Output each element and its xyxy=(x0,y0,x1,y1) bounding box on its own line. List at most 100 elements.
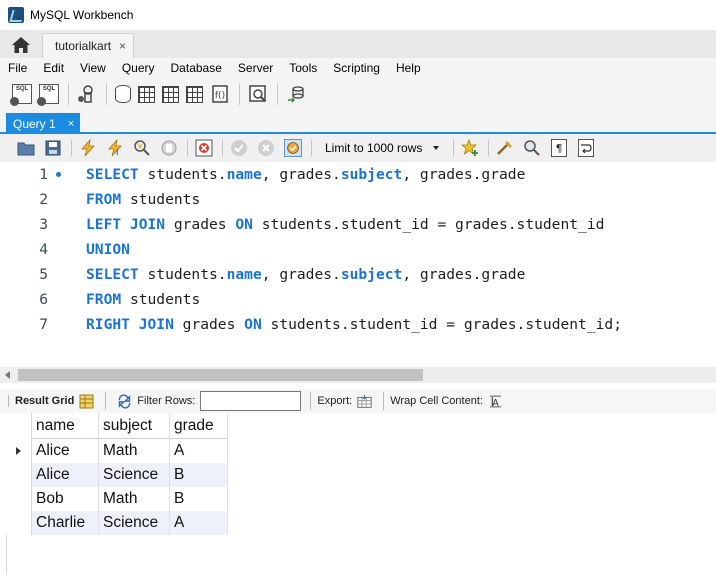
create-procedure-icon[interactable] xyxy=(186,85,203,103)
create-schema-icon[interactable] xyxy=(115,85,131,103)
menu-help[interactable]: Help xyxy=(396,61,421,75)
table-row[interactable]: Bob Math B xyxy=(6,487,230,511)
toolbar-divider xyxy=(71,139,72,157)
result-grid-tab[interactable]: Result Grid xyxy=(8,395,74,407)
row-selector[interactable] xyxy=(6,439,32,463)
wrap-icon[interactable] xyxy=(577,139,595,157)
commit-icon[interactable] xyxy=(230,139,248,157)
table-cell[interactable]: Math xyxy=(99,487,170,511)
menu-database[interactable]: Database xyxy=(171,61,222,75)
invisible-chars-icon[interactable]: ¶ xyxy=(550,139,568,157)
table-row[interactable]: Charlie Science A xyxy=(6,511,230,535)
sql-text: students xyxy=(121,191,201,208)
table-cell[interactable]: B xyxy=(170,463,228,487)
autocommit-icon[interactable] xyxy=(284,139,302,157)
create-table-icon[interactable] xyxy=(138,85,155,103)
column-header-name[interactable]: name xyxy=(32,413,99,439)
connection-tab[interactable]: tutorialkart × xyxy=(42,33,134,58)
open-file-icon[interactable] xyxy=(17,139,35,157)
horizontal-scrollbar[interactable] xyxy=(0,367,716,383)
sql-editor[interactable]: 1 SELECT students. name, grades. subject, g… xyxy=(0,162,716,367)
svg-text:¶: ¶ xyxy=(556,142,563,155)
menu-tools[interactable]: Tools xyxy=(289,61,317,75)
column-header-grade[interactable]: grade xyxy=(170,413,228,439)
explain-icon[interactable] xyxy=(133,139,151,157)
menu-query[interactable]: Query xyxy=(122,61,155,75)
code-line[interactable]: 2 FROM students xyxy=(0,187,716,212)
line-number: 3 xyxy=(39,216,48,233)
table-cell[interactable]: B xyxy=(170,487,228,511)
toolbar-divider xyxy=(187,139,188,157)
table-cell[interactable]: A xyxy=(170,439,228,463)
beautify-icon[interactable] xyxy=(496,139,514,157)
create-function-icon[interactable]: f() xyxy=(210,84,230,104)
tab-query-1[interactable]: Query 1 × xyxy=(6,113,80,134)
table-cell[interactable]: Science xyxy=(99,463,170,487)
code-line[interactable]: 7 RIGHT JOIN grades ON students.student_i… xyxy=(0,312,716,337)
code-line[interactable]: 5 SELECT students. name, grades. subject, g… xyxy=(0,262,716,287)
create-view-icon[interactable] xyxy=(162,85,179,103)
row-selector[interactable] xyxy=(6,463,32,487)
result-grid-icon[interactable] xyxy=(79,394,94,409)
close-icon[interactable]: × xyxy=(68,118,74,130)
sql-function: subject xyxy=(340,266,403,283)
refresh-icon[interactable] xyxy=(117,393,132,409)
scroll-left-icon[interactable] xyxy=(5,371,10,379)
row-selector[interactable] xyxy=(6,511,32,535)
toolbar-divider xyxy=(239,83,240,105)
code-line[interactable]: 1 SELECT students. name, grades. subject, g… xyxy=(0,162,716,187)
result-grid: name subject grade Alice Math A Alice Science B B… xyxy=(6,413,230,535)
home-icon[interactable] xyxy=(8,35,34,55)
sql-function: subject xyxy=(340,166,403,183)
export-icon[interactable] xyxy=(357,394,372,409)
close-icon[interactable]: × xyxy=(119,39,126,53)
table-cell[interactable]: Alice xyxy=(32,463,99,487)
filter-rows-label: Filter Rows: xyxy=(137,395,196,407)
toolbar-divider xyxy=(453,139,454,157)
scrollbar-thumb[interactable] xyxy=(18,369,423,381)
new-sql-tab-icon[interactable]: SQL xyxy=(10,84,32,106)
column-header-subject[interactable]: subject xyxy=(99,413,170,439)
search-table-data-icon[interactable] xyxy=(248,84,268,104)
toggle-error-icon[interactable] xyxy=(195,139,213,157)
table-cell[interactable]: Bob xyxy=(32,487,99,511)
menu-edit[interactable]: Edit xyxy=(43,61,64,75)
execute-current-icon[interactable]: I xyxy=(106,139,124,157)
sql-text: , grades. xyxy=(261,166,341,183)
table-cell[interactable]: Math xyxy=(99,439,170,463)
menu-view[interactable]: View xyxy=(80,61,106,75)
table-cell[interactable]: Alice xyxy=(32,439,99,463)
inspector-icon[interactable] xyxy=(77,84,97,104)
code-line[interactable]: 3 LEFT JOIN grades ON students.student_id… xyxy=(0,212,716,237)
menu-file[interactable]: File xyxy=(8,61,27,75)
export-label: Export: xyxy=(317,395,353,407)
query-tab-label: Query 1 xyxy=(13,116,56,131)
wrap-cell-icon[interactable]: A xyxy=(488,394,503,409)
filter-rows-input[interactable] xyxy=(200,391,302,411)
open-sql-script-icon[interactable]: SQL xyxy=(37,84,59,106)
table-cell[interactable]: Charlie xyxy=(32,511,99,535)
select-all-corner[interactable] xyxy=(6,413,32,439)
table-cell[interactable]: Science xyxy=(99,511,170,535)
table-cell[interactable]: A xyxy=(170,511,228,535)
line-number: 5 xyxy=(39,266,48,283)
svg-text:A: A xyxy=(492,397,499,408)
table-row[interactable]: Alice Science B xyxy=(6,463,230,487)
find-icon[interactable] xyxy=(523,139,541,157)
code-line[interactable]: 6 FROM students xyxy=(0,287,716,312)
execute-icon[interactable] xyxy=(79,139,97,157)
menu-server[interactable]: Server xyxy=(238,61,273,75)
menu-scripting[interactable]: Scripting xyxy=(333,61,380,75)
code-line[interactable]: 4 UNION xyxy=(0,237,716,262)
rollback-icon[interactable] xyxy=(257,139,275,157)
bookmark-icon[interactable] xyxy=(461,139,479,157)
limit-rows-select[interactable]: Limit to 1000 rows xyxy=(319,138,443,158)
reconnect-icon[interactable] xyxy=(286,84,306,104)
stop-icon[interactable] xyxy=(160,139,178,157)
chevron-down-icon xyxy=(433,146,439,150)
sql-keyword: LEFT JOIN xyxy=(86,216,166,233)
row-selector[interactable] xyxy=(6,487,32,511)
save-icon[interactable] xyxy=(44,139,62,157)
sql-keyword: SELECT xyxy=(86,166,139,183)
table-row[interactable]: Alice Math A xyxy=(6,439,230,463)
